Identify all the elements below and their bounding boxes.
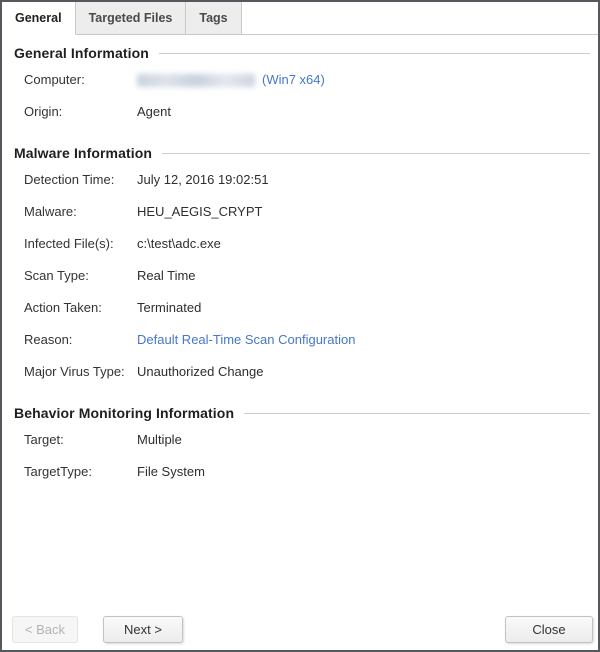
section-title: Behavior Monitoring Information: [14, 405, 234, 421]
detail-value: HEU_AEGIS_CRYPT: [137, 204, 262, 219]
detail-row-action-taken: Action Taken: Terminated: [2, 291, 598, 323]
detail-value: July 12, 2016 19:02:51: [137, 172, 269, 187]
tab-tags-label: Tags: [199, 11, 227, 25]
detail-value: Multiple: [137, 432, 182, 447]
section-header: General Information: [14, 43, 590, 63]
section-malware-information: Malware Information Detection Time: July…: [2, 143, 598, 387]
section-header: Malware Information: [14, 143, 590, 163]
computer-name-redacted: [137, 74, 255, 87]
section-title: Malware Information: [14, 145, 152, 161]
detail-row-malware: Malware: HEU_AEGIS_CRYPT: [2, 195, 598, 227]
tab-panel-general: General Information Computer: (Win7 x64)…: [2, 43, 598, 487]
detail-row-infected-files: Infected File(s): c:\test\adc.exe: [2, 227, 598, 259]
detail-value: Real Time: [137, 268, 196, 283]
back-button[interactable]: < Back: [12, 616, 78, 643]
section-divider-line: [244, 413, 590, 414]
detail-value: Terminated: [137, 300, 201, 315]
section-general-information: General Information Computer: (Win7 x64)…: [2, 43, 598, 127]
detail-row-scan-type: Scan Type: Real Time: [2, 259, 598, 291]
footer-button-bar: < Back Next > Close: [12, 616, 593, 643]
detail-row-target: Target: Multiple: [2, 423, 598, 455]
detail-row-target-type: TargetType: File System: [2, 455, 598, 487]
detail-label: Computer:: [24, 72, 137, 87]
section-divider-line: [159, 53, 590, 54]
detail-value: c:\test\adc.exe: [137, 236, 221, 251]
detail-label: Major Virus Type:: [24, 364, 137, 379]
tab-bar-filler: [242, 2, 598, 35]
detail-row-computer: Computer: (Win7 x64): [2, 63, 598, 95]
tab-tags[interactable]: Tags: [186, 2, 241, 35]
detail-label: Scan Type:: [24, 268, 137, 283]
detail-label: Target:: [24, 432, 137, 447]
section-divider-line: [162, 153, 590, 154]
detail-label: Origin:: [24, 104, 137, 119]
section-title: General Information: [14, 45, 149, 61]
detail-row-reason: Reason: Default Real-Time Scan Configura…: [2, 323, 598, 355]
detail-label: Infected File(s):: [24, 236, 137, 251]
close-button[interactable]: Close: [505, 616, 593, 643]
detail-label: Action Taken:: [24, 300, 137, 315]
detail-row-detection-time: Detection Time: July 12, 2016 19:02:51: [2, 163, 598, 195]
tab-bar: General Targeted Files Tags: [2, 2, 598, 35]
detail-row-major-virus-type: Major Virus Type: Unauthorized Change: [2, 355, 598, 387]
detail-label: TargetType:: [24, 464, 137, 479]
detail-row-origin: Origin: Agent: [2, 95, 598, 127]
tab-targeted-files[interactable]: Targeted Files: [76, 2, 187, 35]
section-header: Behavior Monitoring Information: [14, 403, 590, 423]
detail-label: Malware:: [24, 204, 137, 219]
detail-value: (Win7 x64): [137, 72, 325, 87]
next-button[interactable]: Next >: [103, 616, 183, 643]
section-behavior-monitoring-information: Behavior Monitoring Information Target: …: [2, 403, 598, 487]
reason-link[interactable]: Default Real-Time Scan Configuration: [137, 332, 355, 347]
malware-detection-details-dialog: General Targeted Files Tags General Info…: [0, 0, 600, 652]
detail-value: Agent: [137, 104, 171, 119]
tab-general-label: General: [15, 11, 62, 25]
detail-label: Detection Time:: [24, 172, 137, 187]
detail-label: Reason:: [24, 332, 137, 347]
tab-targeted-files-label: Targeted Files: [89, 11, 173, 25]
computer-os-link[interactable]: (Win7 x64): [262, 72, 325, 87]
detail-value: Unauthorized Change: [137, 364, 263, 379]
tab-general[interactable]: General: [2, 2, 76, 35]
detail-value: File System: [137, 464, 205, 479]
